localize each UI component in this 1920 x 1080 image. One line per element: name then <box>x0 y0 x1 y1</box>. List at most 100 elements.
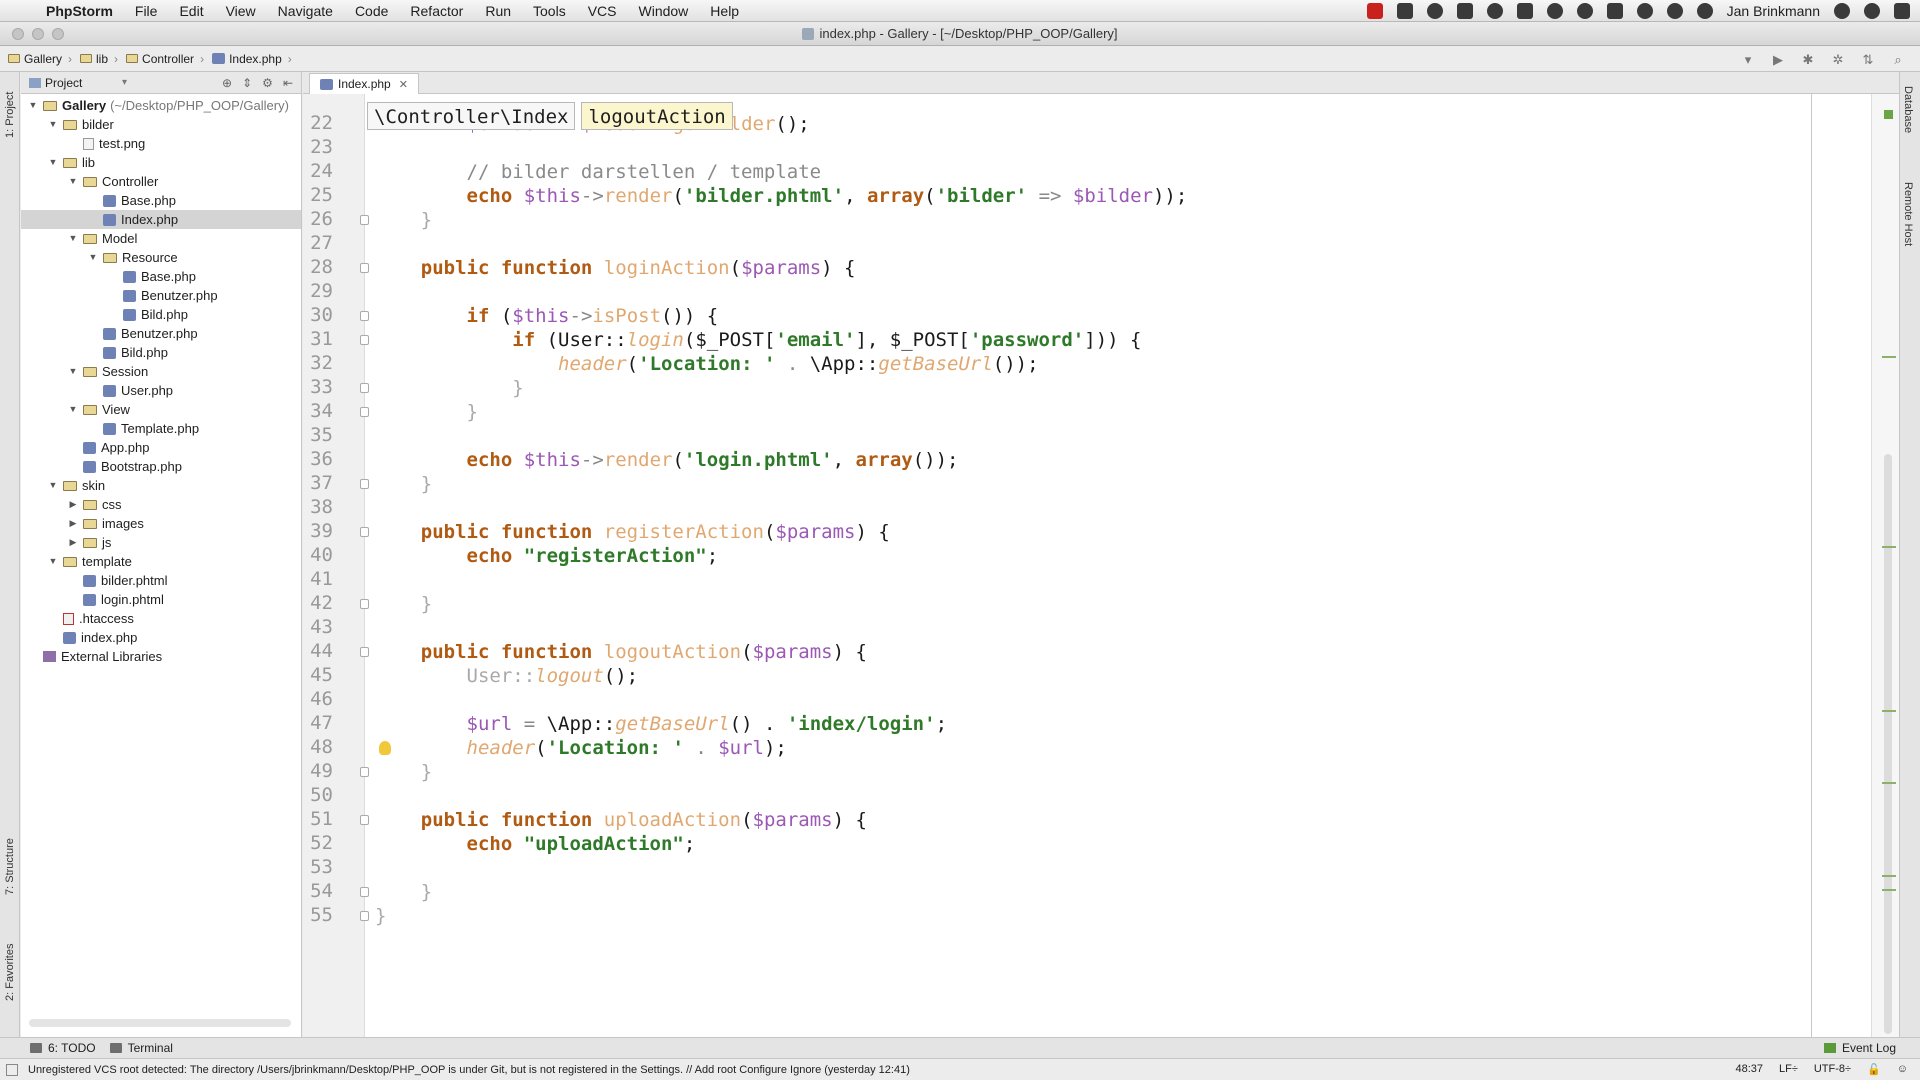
tree-item[interactable]: Base.php <box>21 267 301 286</box>
tab-structure[interactable]: 7: Structure <box>1 822 19 912</box>
lock-icon[interactable]: 🔓 <box>1867 1063 1881 1076</box>
status-message[interactable]: Unregistered VCS root detected: The dire… <box>28 1064 910 1076</box>
code-line[interactable]: public function uploadAction($params) { <box>375 808 867 832</box>
info-icon[interactable] <box>1486 2 1503 19</box>
tree-item[interactable]: ▶ images <box>21 514 301 533</box>
user-name[interactable]: Jan Brinkmann <box>1727 3 1820 19</box>
code-line[interactable]: } <box>375 376 523 400</box>
inspection-ok-icon[interactable] <box>1884 110 1893 119</box>
file-encoding[interactable]: UTF-8÷ <box>1814 1063 1851 1076</box>
chevron-down-icon[interactable]: ▼ <box>67 362 79 381</box>
tree-item[interactable]: bilder.phtml <box>21 571 301 590</box>
menu-edit[interactable]: Edit <box>179 3 203 19</box>
tree-item[interactable]: Template.php <box>21 419 301 438</box>
crumb-lib[interactable]: lib › <box>80 52 118 66</box>
menu-vcs[interactable]: VCS <box>588 3 617 19</box>
code-line[interactable]: if (User::login($_POST['email'], $_POST[… <box>375 328 1141 352</box>
tree-item[interactable]: User.php <box>21 381 301 400</box>
tree-item[interactable]: Index.php <box>21 210 301 229</box>
tab-remote-host[interactable]: Remote Host <box>1902 182 1914 246</box>
menu-app-name[interactable]: PhpStorm <box>46 3 113 19</box>
evernote-icon[interactable] <box>1576 2 1593 19</box>
fold-marker[interactable] <box>360 815 369 825</box>
line-separator[interactable]: LF÷ <box>1779 1063 1798 1076</box>
tree-item[interactable]: ▶ css <box>21 495 301 514</box>
tree-item[interactable]: ▼ Session <box>21 362 301 381</box>
tree-item[interactable]: test.png <box>21 134 301 153</box>
menu-view[interactable]: View <box>226 3 256 19</box>
dropbox-icon[interactable] <box>1396 2 1413 19</box>
notification-center-icon[interactable] <box>1894 2 1910 19</box>
scroll-thumb[interactable] <box>1884 454 1892 1034</box>
bluetooth-icon[interactable] <box>1666 2 1683 19</box>
collapse-icon[interactable]: ⇕ <box>242 76 252 90</box>
chevron-down-icon[interactable]: ▼ <box>27 96 39 115</box>
tree-item[interactable]: ▼ Controller <box>21 172 301 191</box>
tree-item[interactable]: Benutzer.php <box>21 286 301 305</box>
code-line[interactable]: $url = \App::getBaseUrl() . 'index/login… <box>375 712 948 736</box>
fold-marker[interactable] <box>360 527 369 537</box>
tree-item[interactable]: ▼ Model <box>21 229 301 248</box>
tree-item[interactable]: .htaccess <box>21 609 301 628</box>
gear-icon[interactable]: ⚙ <box>262 76 273 90</box>
chevron-right-icon[interactable]: ▶ <box>67 533 79 552</box>
tree-item[interactable]: ▼ View <box>21 400 301 419</box>
crumb-controller[interactable]: Controller › <box>126 52 204 66</box>
run-icon[interactable]: ▶ <box>1770 52 1786 67</box>
fold-marker[interactable] <box>360 263 369 273</box>
code-line[interactable]: header('Location: ' . \App::getBaseUrl()… <box>375 352 1039 376</box>
menu-refactor[interactable]: Refactor <box>410 3 463 19</box>
code-line[interactable]: User::logout(); <box>375 664 639 688</box>
fold-marker[interactable] <box>360 767 369 777</box>
code-line[interactable]: } <box>375 400 478 424</box>
tree-item[interactable]: Benutzer.php <box>21 324 301 343</box>
fold-marker[interactable] <box>360 311 369 321</box>
tree-item[interactable]: ▼ skin <box>21 476 301 495</box>
menu-navigate[interactable]: Navigate <box>278 3 333 19</box>
fold-marker[interactable] <box>360 215 369 225</box>
hide-panel-icon[interactable]: ⇤ <box>283 76 293 90</box>
tree-item[interactable]: Bootstrap.php <box>21 457 301 476</box>
caret-position[interactable]: 48:37 <box>1735 1063 1763 1076</box>
plus-icon[interactable] <box>1456 2 1473 19</box>
code-line[interactable]: public function logoutAction($params) { <box>375 640 867 664</box>
tree-item[interactable]: login.phtml <box>21 590 301 609</box>
tree-item[interactable]: Bild.php <box>21 305 301 324</box>
fold-marker[interactable] <box>360 599 369 609</box>
creative-cloud-icon[interactable] <box>1546 2 1563 19</box>
tree-item[interactable]: ▼ Gallery (~/Desktop/PHP_OOP/Gallery) <box>21 96 301 115</box>
tree-item[interactable]: App.php <box>21 438 301 457</box>
code-line[interactable]: public function registerAction($params) … <box>375 520 890 544</box>
fold-marker[interactable] <box>360 479 369 489</box>
minimize-window-button[interactable] <box>32 28 44 40</box>
chevron-down-icon[interactable]: ▼ <box>47 476 59 495</box>
code-line[interactable]: public function loginAction($params) { <box>375 256 856 280</box>
change-marker[interactable] <box>1882 546 1896 548</box>
code-line[interactable]: header('Location: ' . $url); <box>375 736 787 760</box>
search-icon[interactable]: ⌕ <box>1890 52 1906 67</box>
code-area[interactable]: $bilder = $model->getBilder(); // bilder… <box>375 94 1825 1037</box>
code-line[interactable]: // bilder darstellen / template <box>375 160 822 184</box>
chevron-down-icon[interactable]: ▼ <box>87 248 99 267</box>
code-line[interactable]: } <box>375 208 432 232</box>
tab-event-log[interactable]: Event Log <box>1823 1041 1896 1055</box>
tab-todo[interactable]: 6: TODO <box>30 1041 96 1055</box>
tab-database[interactable]: Database <box>1902 86 1914 133</box>
horizontal-scrollbar[interactable] <box>29 1019 291 1027</box>
chevron-down-icon[interactable]: ▼ <box>47 153 59 172</box>
project-view-selector[interactable]: Project ▾ <box>29 76 127 90</box>
tree-item[interactable]: Base.php <box>21 191 301 210</box>
display-icon[interactable] <box>1606 2 1623 19</box>
tree-item[interactable]: External Libraries <box>21 647 301 666</box>
app2-icon[interactable] <box>1516 2 1533 19</box>
tab-favorites[interactable]: 2: Favorites <box>1 932 19 1012</box>
code-line[interactable]: echo "uploadAction"; <box>375 832 696 856</box>
change-marker[interactable] <box>1882 875 1896 877</box>
code-line[interactable]: } <box>375 880 432 904</box>
menu-run[interactable]: Run <box>485 3 511 19</box>
fold-marker[interactable] <box>360 335 369 345</box>
tree-item[interactable]: ▼ Resource <box>21 248 301 267</box>
chevron-down-icon[interactable]: ▼ <box>47 115 59 134</box>
coverage-icon[interactable]: ✲ <box>1830 52 1846 67</box>
menu-tools[interactable]: Tools <box>533 3 566 19</box>
